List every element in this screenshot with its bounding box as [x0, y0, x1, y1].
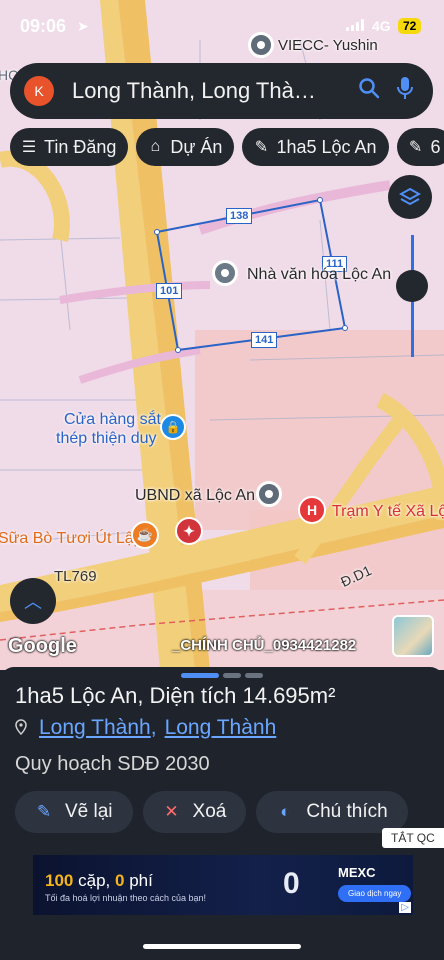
home-indicator[interactable]	[143, 944, 301, 949]
ad-banner[interactable]: 100 cặp, 0 phí Tối đa hoá lợi nhuận theo…	[33, 855, 413, 915]
chip-label: Dự Án	[170, 136, 223, 157]
network-type: 4G	[372, 18, 391, 34]
contrast-icon: ◐	[280, 802, 291, 821]
redraw-label: Vẽ lại	[65, 801, 113, 822]
app: 138 101 111 141 VIECC- Yushin HC Nhà văn…	[0, 0, 444, 960]
chip-parcel-more[interactable]: ✎ 6	[396, 128, 444, 166]
location-pin-icon	[15, 718, 31, 738]
poi-community-house-label[interactable]: Nhà văn hóa Lộc An	[247, 266, 391, 284]
location-arrow-icon: ➤	[77, 18, 89, 34]
chip-label: Tin Đăng	[44, 136, 117, 157]
signal-icon	[346, 19, 364, 31]
watermark-text: _CHÍNH CHỦ_0934421282	[172, 637, 357, 654]
ad-headline: 100 cặp, 0 phí	[45, 871, 153, 890]
delete-button[interactable]: ✕ Xoá	[142, 791, 247, 833]
location-separator: ,	[150, 716, 157, 739]
shopping-bag-icon[interactable]: 🔒	[160, 414, 186, 440]
poi-ubnd-label[interactable]: UBND xã Lộc An	[135, 487, 255, 505]
collapse-up-button[interactable]: ︿	[10, 578, 56, 624]
chip-parcel-1ha5[interactable]: ✎ 1ha5 Lộc An	[242, 128, 389, 166]
ad-graphic-zero: 0	[283, 867, 300, 900]
ad-choices-icon[interactable]: ▷	[399, 902, 411, 913]
minimap-thumbnail[interactable]	[392, 615, 434, 657]
ad-brand-logo: MEXC	[338, 865, 376, 880]
hospital-icon[interactable]: H	[298, 496, 326, 524]
poi-ubnd-icon[interactable]	[256, 481, 282, 507]
status-time: 09:06	[20, 16, 67, 36]
chip-projects[interactable]: ⌂ Dự Án	[136, 128, 235, 166]
poi-milk-shop-label[interactable]: Sữa Bò Tươi Út Lập	[0, 530, 143, 548]
poi-steel-shop-label-2[interactable]: thép thiện duy	[56, 430, 157, 448]
layers-button[interactable]	[388, 175, 432, 219]
search-input[interactable]: Long Thành, Long Thà…	[72, 78, 347, 104]
layers-icon	[399, 187, 421, 206]
dimension-bottom: 141	[251, 332, 278, 348]
poi-medical-station-label[interactable]: Trạm Y tế Xã Lộc	[332, 503, 444, 521]
poi-community-house-icon[interactable]	[212, 260, 238, 286]
ad-cta-button[interactable]: Giao dịch ngay	[338, 885, 412, 902]
opacity-slider-handle[interactable]	[396, 270, 428, 302]
ruler-icon: ✎	[408, 139, 423, 156]
ad-subtitle: Tối đa hoá lợi nhuận theo cách của bạn!	[45, 893, 207, 903]
parcel-title: 1ha5 Lộc An, Diện tích 14.695m²	[15, 683, 336, 708]
dimension-left: 101	[156, 283, 183, 299]
list-icon: ☰	[21, 139, 37, 156]
parcel-location: Long Thành , Long Thành	[15, 716, 276, 740]
poi-steel-shop-label-1[interactable]: Cửa hàng sắt	[64, 411, 161, 429]
redraw-button[interactable]: ✎ Vẽ lại	[15, 791, 133, 833]
chip-label: 6	[430, 136, 441, 157]
food-icon[interactable]: ✦	[175, 517, 203, 545]
plan-label: Quy hoạch SDĐ 2030	[15, 753, 210, 775]
google-logo: Google	[8, 635, 77, 657]
sheet-page-indicator	[181, 673, 263, 678]
legend-label: Chú thích	[306, 801, 388, 822]
search-icon[interactable]	[355, 77, 383, 105]
legend-button[interactable]: ◐ Chú thích	[256, 791, 408, 833]
avatar[interactable]: K	[24, 76, 54, 106]
search-bar[interactable]: K Long Thành, Long Thà…	[10, 63, 433, 119]
hide-ads-button[interactable]: TẮT QC	[382, 828, 444, 848]
status-bar: 09:06 ➤ 4G 72	[0, 0, 444, 44]
ruler-icon: ✎	[36, 802, 52, 821]
chip-listings[interactable]: ☰ Tin Đăng	[10, 128, 129, 166]
microphone-icon[interactable]	[391, 76, 419, 106]
cafe-icon[interactable]: ☕	[131, 521, 159, 549]
chip-label: 1ha5 Lộc An	[276, 136, 377, 157]
battery-level: 72	[398, 18, 422, 34]
filter-chips: ☰ Tin Đăng ⌂ Dự Án ✎ 1ha5 Lộc An ✎ 6	[10, 128, 444, 166]
ruler-icon: ✎	[254, 139, 269, 156]
chevron-up-icon: ︿	[24, 592, 42, 612]
location-link-district[interactable]: Long Thành	[39, 716, 151, 740]
road-tl769-label: TL769	[54, 568, 97, 585]
dimension-top: 138	[226, 208, 253, 224]
location-link-ward[interactable]: Long Thành	[165, 716, 277, 740]
building-icon: ⌂	[150, 138, 161, 155]
close-icon: ✕	[164, 802, 179, 821]
action-buttons: ✎ Vẽ lại ✕ Xoá ◐ Chú thích	[15, 791, 408, 833]
delete-label: Xoá	[192, 801, 227, 822]
